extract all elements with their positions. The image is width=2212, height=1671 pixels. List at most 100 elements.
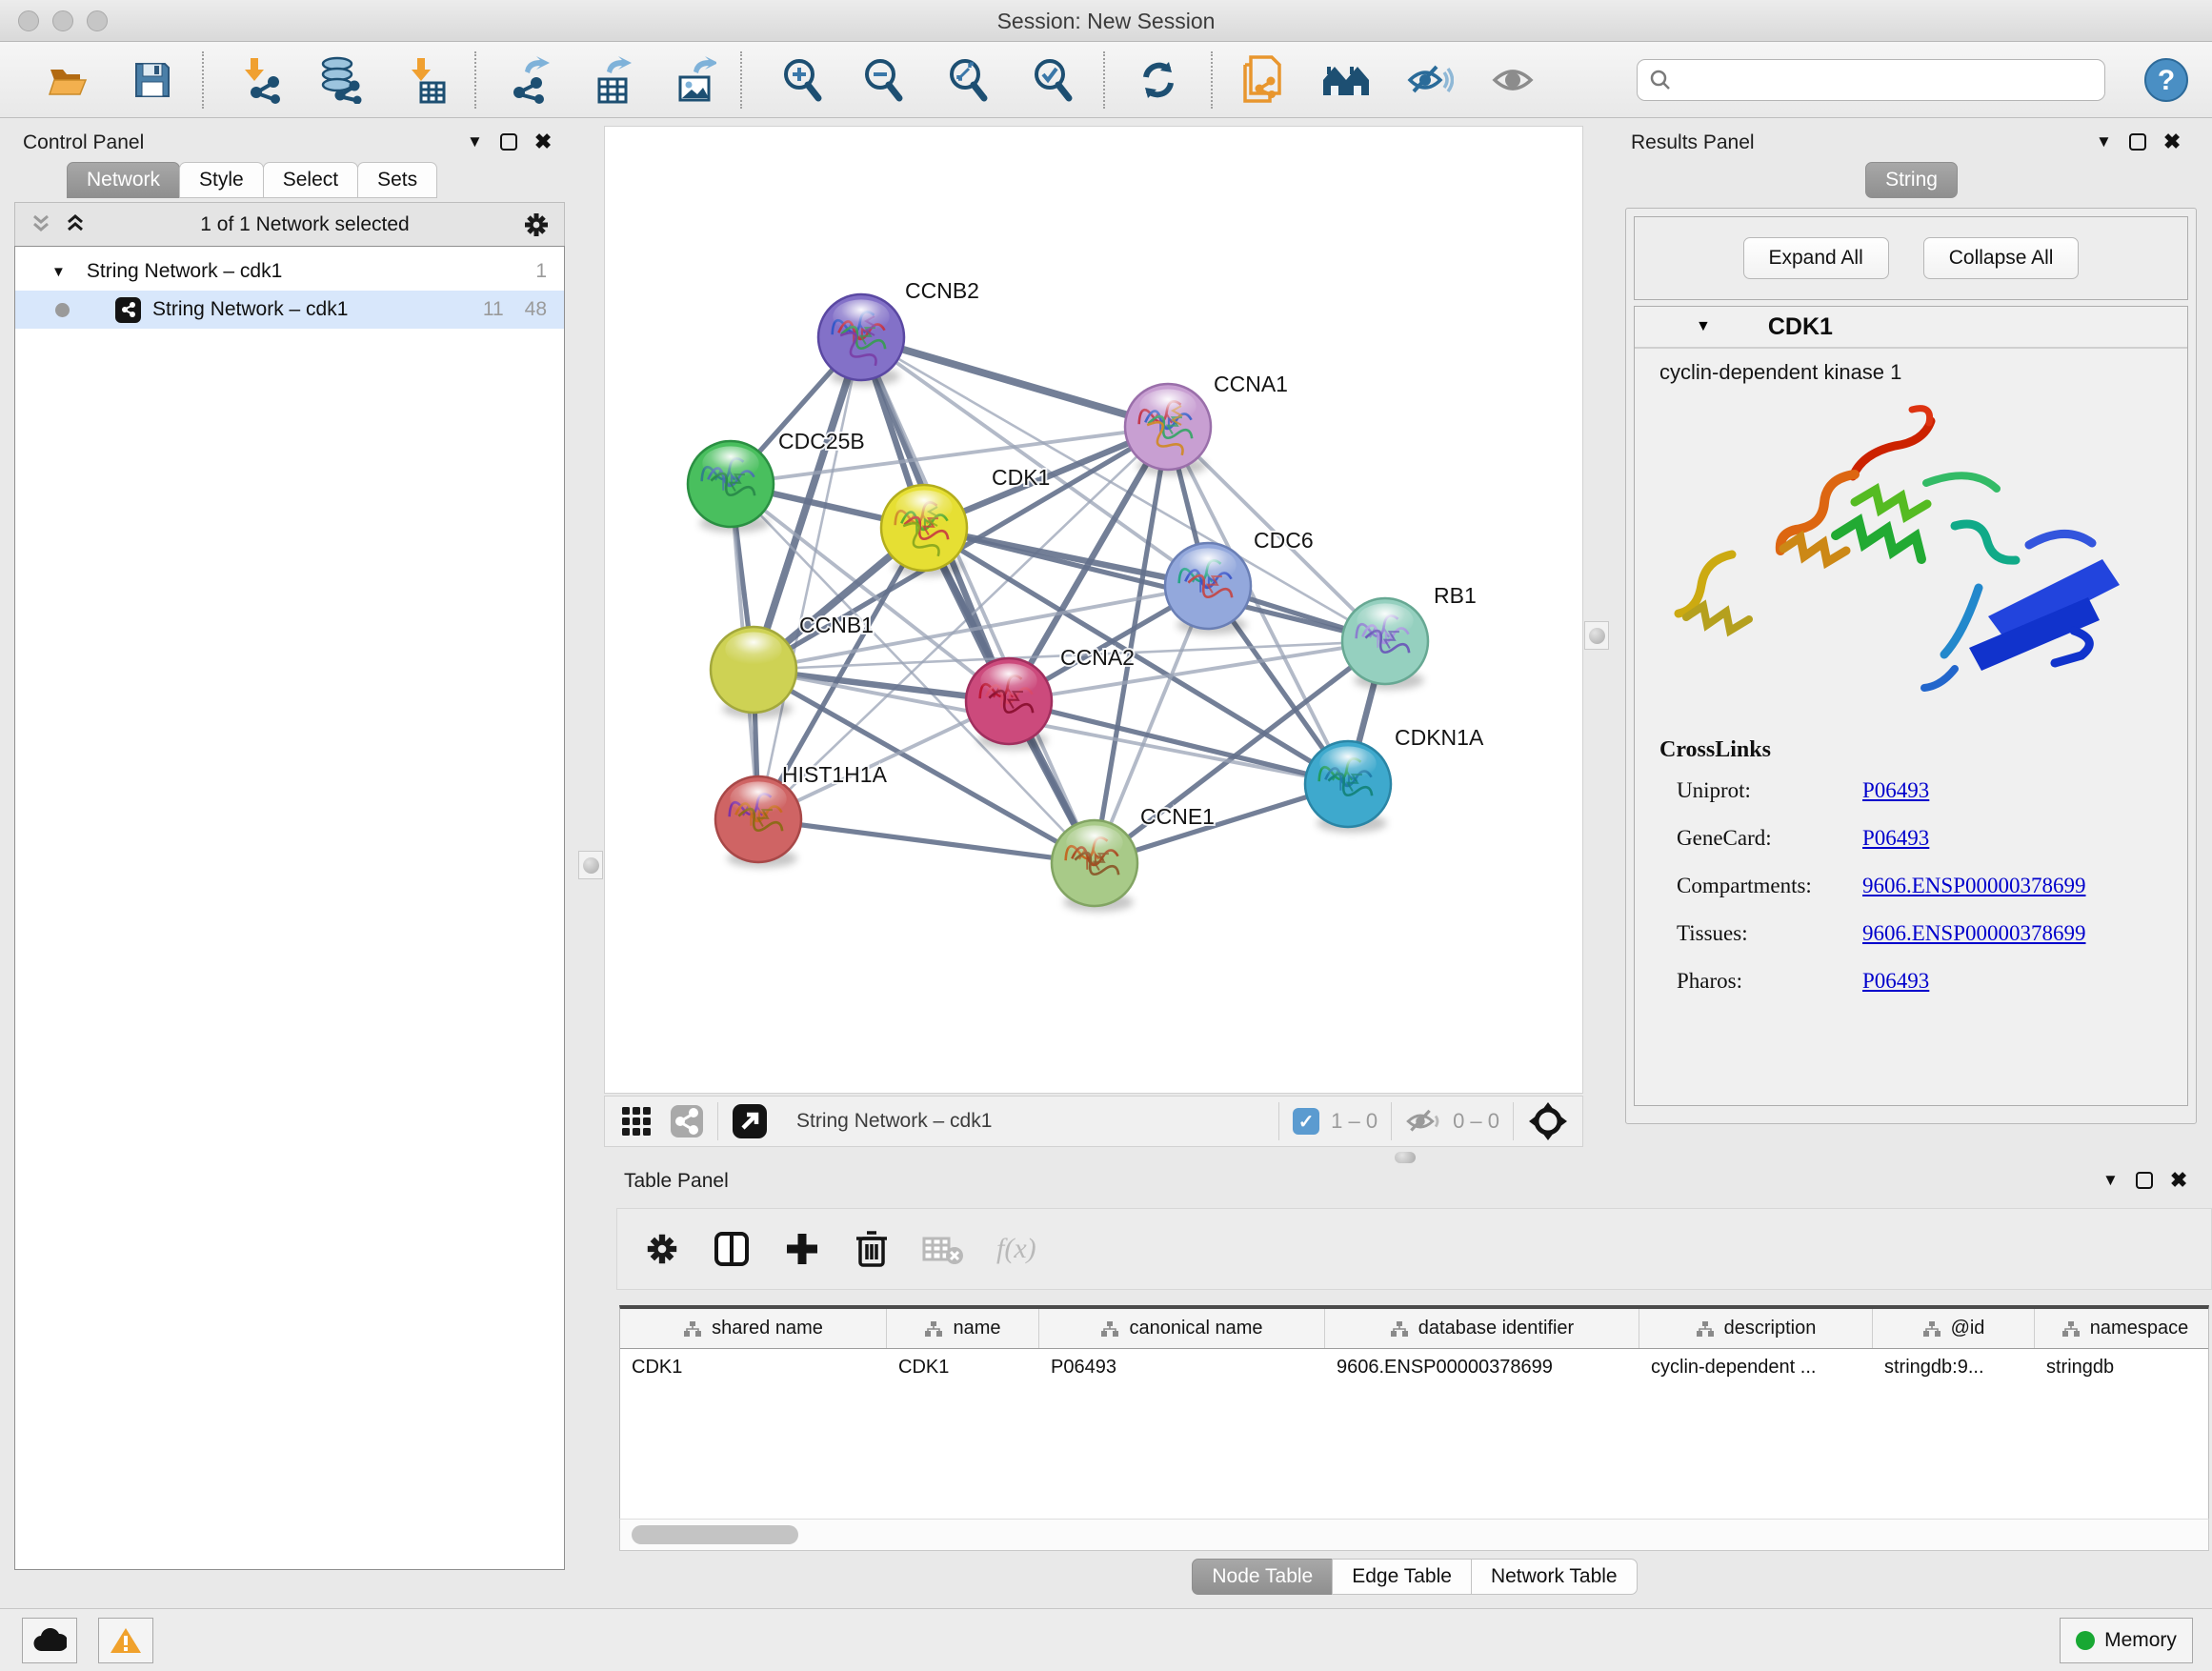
right-splitter-handle[interactable] (1584, 621, 1609, 650)
tab-network[interactable]: Network (67, 162, 180, 198)
hide-selected-button[interactable] (1405, 55, 1455, 105)
clone-network-button[interactable] (1237, 55, 1287, 105)
expand-all-tree-icon[interactable] (29, 212, 53, 237)
results-panel-close-button[interactable]: ✖ (2163, 130, 2181, 154)
birds-eye-view-icon[interactable] (1527, 1100, 1569, 1142)
gear-icon[interactable] (522, 211, 551, 239)
table-header-row: shared namenamecanonical namedatabase id… (620, 1309, 2208, 1349)
show-selected-button[interactable] (1488, 55, 1538, 105)
collapse-all-button[interactable]: Collapse All (1923, 237, 2080, 279)
network-edge[interactable] (758, 819, 1095, 863)
table-row[interactable]: CDK1CDK1P064939606.ENSP00000378699cyclin… (620, 1349, 2208, 1387)
import-network-from-database-button[interactable] (315, 55, 365, 105)
column-header[interactable]: description (1639, 1309, 1873, 1348)
control-panel: Control Panel ▼ ✖ NetworkStyleSelectSets… (10, 126, 567, 1585)
import-network-button[interactable] (235, 55, 285, 105)
zoom-fit-button[interactable] (943, 55, 993, 105)
node-gloss (1066, 825, 1122, 859)
column-header[interactable]: name (887, 1309, 1039, 1348)
column-type-icon (2061, 1320, 2081, 1338)
column-header[interactable]: @id (1873, 1309, 2035, 1348)
table-horizontal-scrollbar[interactable] (619, 1519, 2209, 1551)
save-session-button[interactable] (128, 55, 177, 105)
tab-select[interactable]: Select (263, 162, 358, 198)
warnings-button[interactable] (98, 1618, 153, 1663)
open-file-button[interactable] (44, 55, 93, 105)
refresh-button[interactable] (1134, 55, 1183, 105)
table-settings-gear-icon[interactable] (644, 1231, 680, 1267)
network-node-label: CCNB2 (905, 278, 979, 303)
tab-edge-table[interactable]: Edge Table (1332, 1559, 1472, 1595)
table-cell[interactable]: stringdb:9... (1873, 1349, 2035, 1387)
network-row-selected[interactable]: String Network – cdk1 11 48 (15, 291, 564, 329)
search-field[interactable] (1637, 59, 2105, 101)
table-panel-close-button[interactable]: ✖ (2170, 1168, 2187, 1193)
table-cell[interactable]: stringdb (2035, 1349, 2212, 1387)
table-panel-menu-button[interactable]: ▼ (2102, 1171, 2119, 1190)
memory-button[interactable]: Memory (2060, 1618, 2193, 1663)
network-edge[interactable] (758, 337, 861, 819)
column-header[interactable]: shared name (620, 1309, 887, 1348)
open-in-new-window-icon[interactable] (732, 1103, 768, 1139)
control-panel-menu-button[interactable]: ▼ (467, 132, 483, 151)
table-panel-float-button[interactable] (2136, 1172, 2153, 1189)
tab-string[interactable]: String (1865, 162, 1958, 198)
network-canvas[interactable]: CCNB2CCNA1CDC25BCDK1CDC6RB1CCNB1CCNA2CDK… (604, 126, 1583, 1094)
crosslink-link[interactable]: P06493 (1862, 778, 1929, 803)
control-panel-float-button[interactable] (500, 133, 517, 151)
table-cell[interactable]: CDK1 (620, 1349, 887, 1387)
network-edge[interactable] (861, 337, 1095, 863)
column-header[interactable]: canonical name (1039, 1309, 1325, 1348)
table-cell[interactable]: P06493 (1039, 1349, 1325, 1387)
network-node-label: RB1 (1434, 583, 1477, 608)
crosslink-link[interactable]: 9606.ENSP00000378699 (1862, 921, 2086, 946)
tab-network-table[interactable]: Network Table (1471, 1559, 1638, 1595)
collection-count: 1 (535, 260, 547, 283)
zoom-out-button[interactable] (858, 55, 908, 105)
results-panel-menu-button[interactable]: ▼ (2096, 132, 2112, 151)
hidden-eye-icon (1405, 1106, 1443, 1137)
tab-node-table[interactable]: Node Table (1192, 1559, 1333, 1595)
network-node-label: CCNA1 (1214, 372, 1288, 396)
crosslink-link[interactable]: 9606.ENSP00000378699 (1862, 874, 2086, 898)
zoom-in-button[interactable] (777, 55, 827, 105)
column-header[interactable]: database identifier (1325, 1309, 1639, 1348)
view-network-title: String Network – cdk1 (796, 1110, 992, 1133)
grid-view-icon[interactable] (620, 1105, 653, 1137)
hidden-count: 0 – 0 (1453, 1109, 1499, 1134)
collection-expand-arrow[interactable]: ▼ (51, 264, 66, 280)
column-header[interactable]: namespace (2035, 1309, 2212, 1348)
crosslink-link[interactable]: P06493 (1862, 826, 1929, 851)
export-image-button[interactable] (669, 55, 718, 105)
zoom-selected-button[interactable] (1028, 55, 1077, 105)
scrollbar-thumb[interactable] (632, 1525, 798, 1544)
import-table-button[interactable] (400, 55, 450, 105)
control-panel-close-button[interactable]: ✖ (534, 130, 552, 154)
network-edge[interactable] (861, 337, 1168, 427)
show-all-nodes-button[interactable] (1321, 55, 1371, 105)
automation-cloud-button[interactable] (22, 1618, 77, 1663)
crosslink-link[interactable]: P06493 (1862, 969, 1929, 994)
node-details-collapse-arrow[interactable]: ▼ (1696, 318, 1711, 335)
delete-column-trash-icon[interactable] (854, 1229, 890, 1269)
selected-nodes-checkbox[interactable]: ✓ (1293, 1108, 1319, 1135)
help-button[interactable]: ? (2142, 55, 2191, 105)
expand-all-button[interactable]: Expand All (1743, 237, 1889, 279)
left-splitter-handle[interactable] (578, 851, 603, 879)
export-table-button[interactable] (584, 55, 633, 105)
add-column-icon[interactable] (713, 1230, 751, 1268)
bottom-splitter-handle[interactable] (1389, 1150, 1421, 1165)
table-cell[interactable]: 9606.ENSP00000378699 (1325, 1349, 1639, 1387)
results-panel-float-button[interactable] (2129, 133, 2146, 151)
table-cell[interactable]: CDK1 (887, 1349, 1039, 1387)
network-collection-row[interactable]: ▼ String Network – cdk1 1 (15, 252, 564, 291)
table-cell[interactable]: cyclin-dependent ... (1639, 1349, 1873, 1387)
create-column-plus-icon[interactable] (783, 1230, 821, 1268)
tab-sets[interactable]: Sets (357, 162, 437, 198)
export-network-button[interactable] (502, 55, 552, 105)
string-view-icon[interactable] (670, 1104, 704, 1138)
tab-style[interactable]: Style (179, 162, 264, 198)
collapse-all-tree-icon[interactable] (63, 212, 88, 237)
search-input[interactable] (1679, 70, 2089, 91)
current-network-dot (55, 303, 70, 317)
